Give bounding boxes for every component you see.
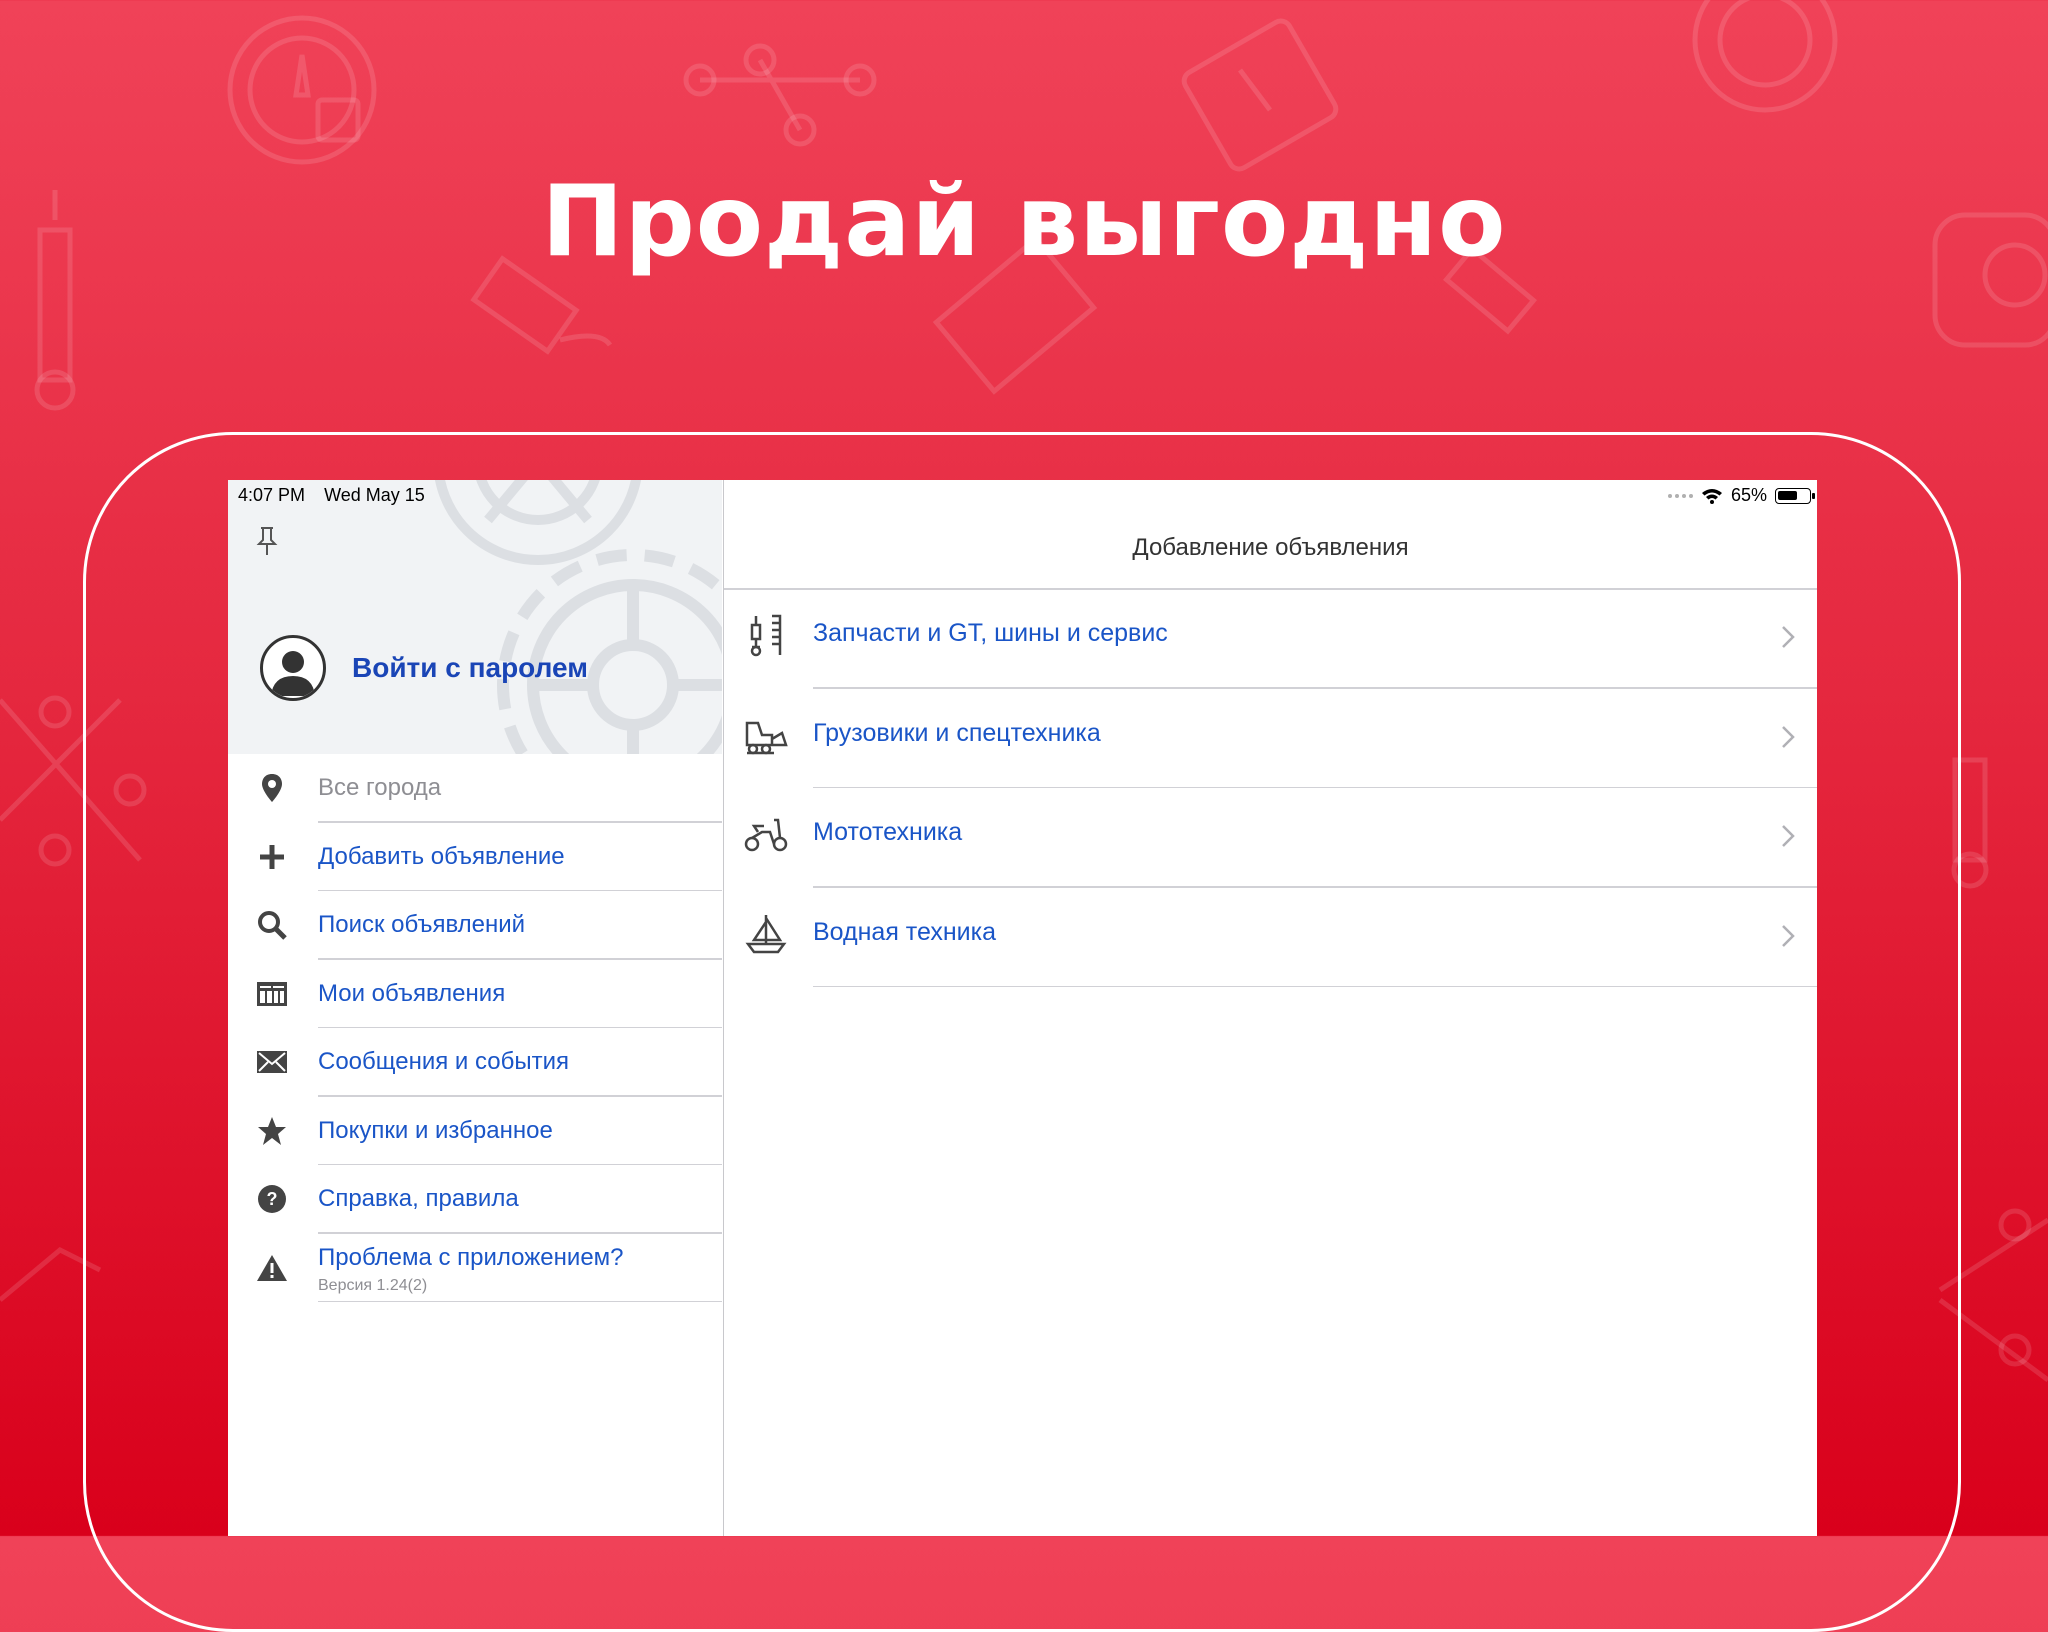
sailboat-icon [745,914,787,953]
suspension-icon [683,43,877,147]
sidebar-header: Войти с паролем [228,480,722,754]
sidebar-item-search[interactable]: Поиск объявлений [228,891,722,960]
app-screen: 4:07 PM Wed May 15 65% Войти с паролем В… [228,480,1817,1536]
sidebar-item-label: Проблема с приложением? [318,1243,624,1271]
search-icon [258,911,287,940]
status-time: 4:07 PM [238,485,306,505]
category-label: Водная техника [813,917,996,946]
location-pin-icon [262,774,282,802]
svg-text:?: ? [267,1189,278,1209]
category-row-parts[interactable]: Запчасти и GT, шины и сервис [724,589,1817,689]
sidebar-item-report-problem[interactable]: Проблема с приложением? Версия 1.24(2) [228,1234,722,1302]
speedometer-icon [227,15,377,165]
app-version: Версия 1.24(2) [318,1276,428,1294]
sidebar-item-label: Сообщения и события [318,1048,570,1075]
chevron-right-icon [1782,924,1795,947]
category-row-moto[interactable]: Мототехника [724,788,1817,888]
page-title: Добавление объявления [1132,534,1409,561]
parts-icon [750,614,782,657]
fuel-can-icon [1181,18,1339,172]
chevron-right-icon [1782,725,1795,748]
sidebar-item-messages[interactable]: Сообщения и события [228,1028,722,1097]
login-label: Войти с паролем [352,652,588,683]
sidebar-menu: Все города Добавить объявление Поиск объ… [228,754,722,1302]
star-icon [258,1116,286,1145]
question-icon: ? [258,1185,286,1213]
user-icon [271,651,315,696]
scooter-icon [744,818,788,852]
chevron-right-icon [1782,626,1795,648]
sidebar-item-label: Все города [318,774,442,801]
sidebar-item-label: Поиск объявлений [318,911,526,938]
category-label: Запчасти и GT, шины и сервис [813,619,1168,647]
envelope-icon [257,1051,287,1073]
truck-icon [745,721,788,754]
avatar [260,635,326,701]
headline: Продай выгодно [541,165,1507,279]
wifi-icon [1701,488,1722,504]
status-bar: 4:07 PM Wed May 15 65% [228,480,1817,510]
sidebar-item-label: Добавить объявление [318,842,565,870]
chevron-right-icon [1782,825,1795,847]
status-date: Wed May 15 [324,485,425,505]
dashboard-icon [1692,0,1838,113]
signal-dots-icon [1667,493,1693,498]
sidebar-item-add-listing[interactable]: Добавить объявление [228,823,722,891]
sidebar: Войти с паролем Все города Добавить объя… [228,480,724,1536]
category-row-water[interactable]: Водная техника [724,888,1817,987]
listings-icon [257,981,287,1006]
sidebar-item-label: Мои объявления [318,979,506,1007]
sidebar-item-cities[interactable]: Все города [228,754,722,823]
battery-percent: 65% [1730,485,1767,505]
sidebar-item-my-listings[interactable]: Мои объявления [228,960,722,1028]
sidebar-item-label: Справка, правила [318,1185,519,1212]
battery-icon [1775,487,1815,504]
sidebar-item-label: Покупки и избранное [318,1116,553,1144]
main-pane: Добавление объявления Запчасти и GT, шин… [724,480,1817,1536]
sidebar-item-help[interactable]: ? Справка, правила [228,1165,722,1234]
category-row-trucks[interactable]: Грузовики и спецтехника [724,689,1817,788]
pin-icon[interactable] [256,526,278,556]
warning-icon [257,1254,287,1281]
category-label: Грузовики и спецтехника [813,718,1101,747]
category-label: Мототехника [813,818,963,846]
category-list: Запчасти и GT, шины и сервис Грузовики и… [724,589,1817,987]
login-button[interactable]: Войти с паролем [260,635,588,701]
sidebar-item-favorites[interactable]: Покупки и избранное [228,1097,722,1165]
plus-icon [260,844,284,869]
